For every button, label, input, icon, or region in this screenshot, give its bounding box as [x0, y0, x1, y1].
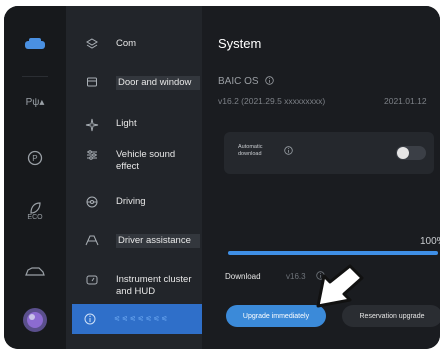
- pointer-arrow-icon: [316, 264, 364, 308]
- page-title: System: [218, 36, 262, 51]
- menu-item-door-window[interactable]: Door and window: [74, 76, 200, 90]
- screen: Pψ▴ P ECO Com Door and window Light Vehi…: [4, 6, 440, 349]
- menu-item-driving[interactable]: Driving: [74, 196, 200, 208]
- menu-item-light[interactable]: Light: [74, 118, 200, 132]
- steering-wheel-icon: [82, 196, 102, 208]
- progress-fill: [228, 251, 438, 255]
- auto-download-toggle[interactable]: [396, 146, 426, 160]
- car-outline-icon: [25, 267, 45, 276]
- download-label: Download: [225, 272, 261, 281]
- light-icon: [82, 118, 102, 132]
- os-name-text: BAIC OS: [218, 76, 259, 87]
- menu-item-com[interactable]: Com: [74, 38, 200, 50]
- auto-download-card: Automatic download: [224, 132, 434, 174]
- rail-divider: [22, 76, 48, 77]
- menu-label: Instrument cluster and HUD: [116, 274, 192, 297]
- rail-item-eco[interactable]: ECO: [4, 196, 66, 226]
- car-icon: [25, 38, 45, 49]
- menu-item-driver-assistance[interactable]: Driver assistance: [74, 234, 200, 248]
- menu-item-system[interactable]: ⩿⩿⩿⩿⩿⩿⩿: [72, 304, 202, 334]
- menu-label: Vehicle sound effect: [116, 149, 176, 172]
- gauge-icon: [82, 274, 102, 286]
- info-icon[interactable]: [265, 76, 275, 85]
- info-icon[interactable]: [284, 146, 293, 155]
- parking-icon: P: [27, 150, 43, 166]
- sound-icon: [82, 149, 102, 161]
- layers-icon: [82, 38, 102, 50]
- menu-label: Light: [116, 118, 137, 129]
- menu-label: Driving: [116, 196, 146, 207]
- rail-item-park-assist[interactable]: Pψ▴: [4, 92, 66, 112]
- driver-assist-icon: [82, 234, 102, 246]
- menu-label: Driver assistance: [116, 234, 200, 248]
- menu-label: Com: [116, 38, 137, 49]
- auto-download-label: Automatic download: [238, 144, 263, 157]
- menu-label: Door and window: [116, 76, 200, 90]
- info-icon: [80, 313, 100, 325]
- download-version: v16.3: [286, 272, 306, 281]
- download-progress-bar: [228, 251, 438, 255]
- svg-text:P: P: [32, 154, 37, 163]
- rail-item-parking[interactable]: P: [4, 148, 66, 168]
- os-date: 2021.01.12: [384, 96, 427, 106]
- progress-percent: 100%: [420, 236, 440, 247]
- menu-item-vehicle-sound[interactable]: Vehicle sound effect: [74, 149, 200, 173]
- left-rail: Pψ▴ P ECO: [4, 6, 66, 349]
- os-name: BAIC OS: [218, 76, 275, 87]
- toggle-knob: [397, 147, 409, 159]
- eco-label: ECO: [27, 213, 43, 221]
- menu-label: ⩿⩿⩿⩿⩿⩿⩿: [114, 315, 170, 322]
- park-assist-icon: Pψ▴: [25, 96, 45, 108]
- avatar: [23, 308, 47, 332]
- rail-item-avatar[interactable]: [4, 306, 66, 334]
- os-version: v16.2 (2021.29.5 xxxxxxxxx): [218, 96, 326, 106]
- rail-item-car[interactable]: [4, 30, 66, 58]
- door-icon: [82, 76, 102, 88]
- menu-item-instrument-cluster[interactable]: Instrument cluster and HUD: [74, 274, 200, 298]
- rail-item-car-outline[interactable]: [4, 262, 66, 282]
- eco-leaf-icon: [30, 201, 41, 214]
- settings-menu: Com Door and window Light Vehicle sound …: [66, 6, 202, 349]
